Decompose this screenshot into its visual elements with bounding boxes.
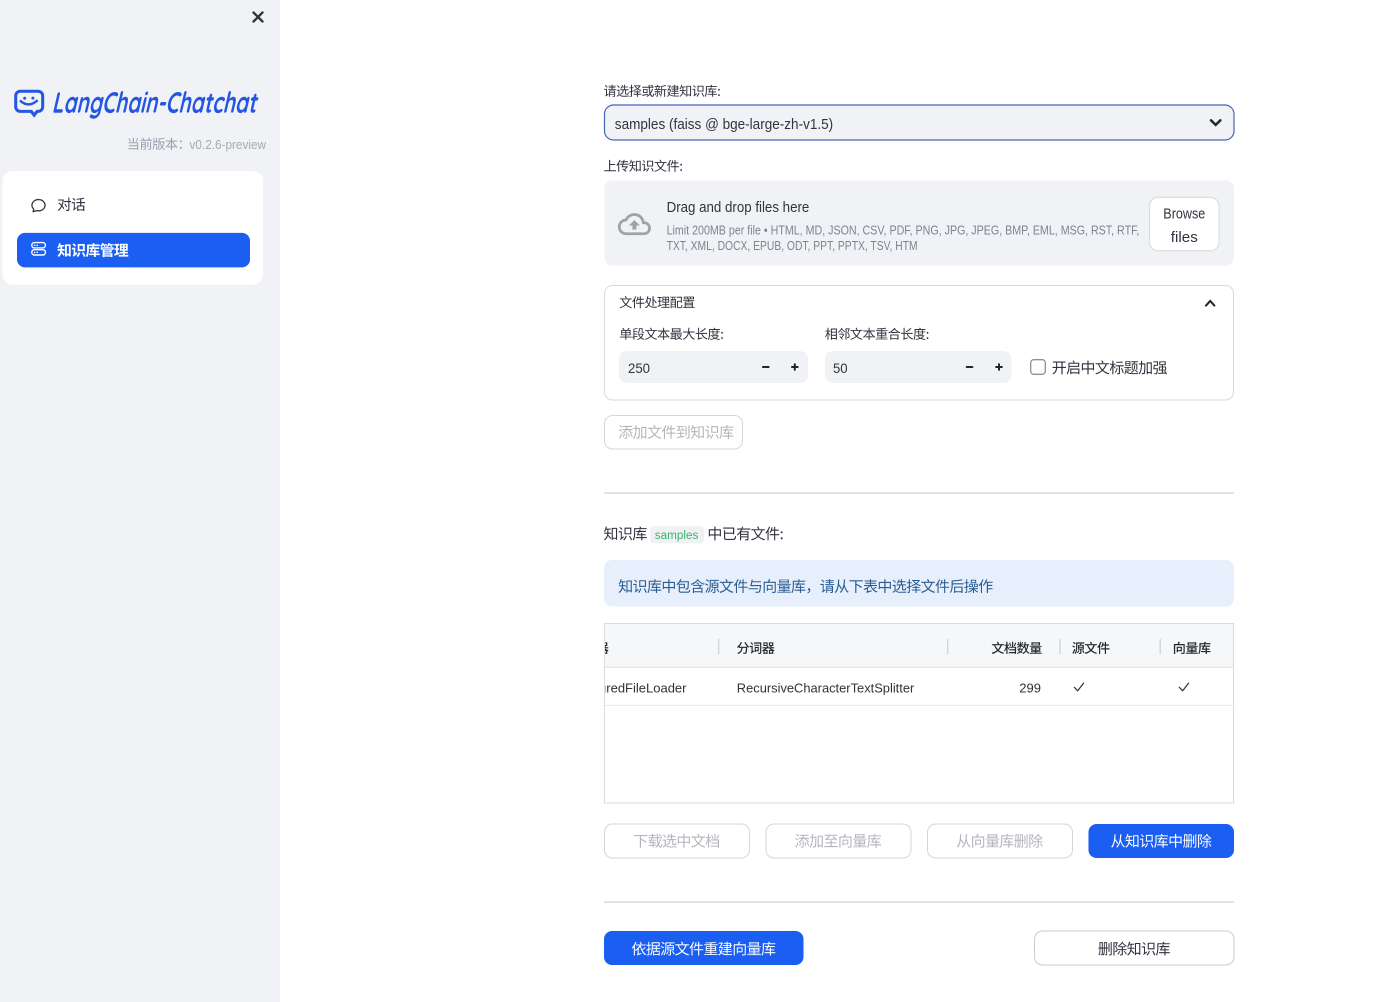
- svg-text:samples (faiss @ bge-large-zh-: samples (faiss @ bge-large-zh-v1.5): [615, 116, 833, 133]
- svg-text:Drag and drop files here: Drag and drop files here: [667, 199, 810, 216]
- svg-text:samples: samples: [655, 530, 699, 542]
- svg-text:TXT, XML, DOCX, EPUB, ODT, PPT: TXT, XML, DOCX, EPUB, ODT, PPT, PPTX, TS…: [667, 239, 918, 253]
- svg-text:v0.2.6-preview: v0.2.6-preview: [190, 137, 267, 152]
- svg-text:Limit 200MB per file • HTML, M: Limit 200MB per file • HTML, MD, JSON, C…: [667, 224, 1140, 238]
- svg-text:250: 250: [628, 360, 650, 376]
- svg-text:Browse: Browse: [1163, 205, 1205, 222]
- svg-text:50: 50: [833, 360, 848, 376]
- svg-text:299: 299: [1019, 681, 1041, 696]
- svg-text:files: files: [1171, 229, 1198, 246]
- svg-text:RecursiveCharacterTextSplitter: RecursiveCharacterTextSplitter: [737, 681, 915, 696]
